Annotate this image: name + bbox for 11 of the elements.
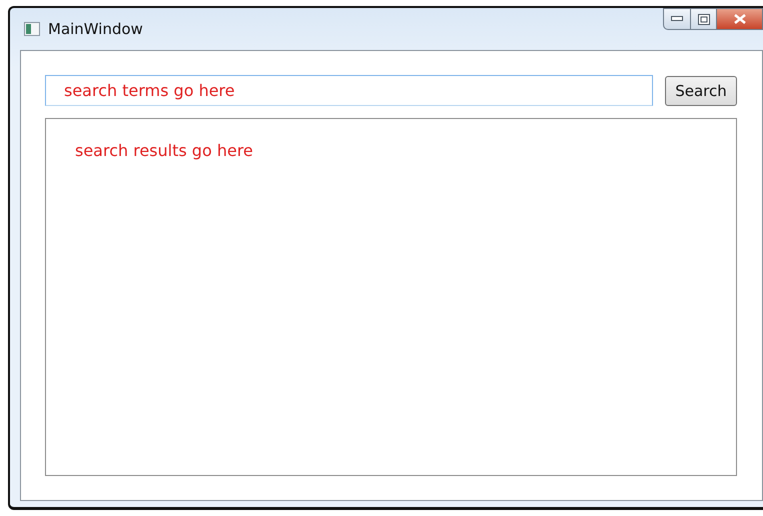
app-icon [24,22,40,36]
maximize-icon [698,14,710,24]
results-text: search results go here [75,141,254,160]
close-icon [734,14,746,24]
search-field[interactable]: search terms go here [45,75,653,106]
close-button[interactable] [717,8,763,30]
maximize-button[interactable] [691,8,717,30]
search-button[interactable]: Search [665,76,737,106]
minimize-icon [671,16,683,22]
minimize-button[interactable] [663,8,691,30]
window-title: MainWindow [48,20,143,38]
